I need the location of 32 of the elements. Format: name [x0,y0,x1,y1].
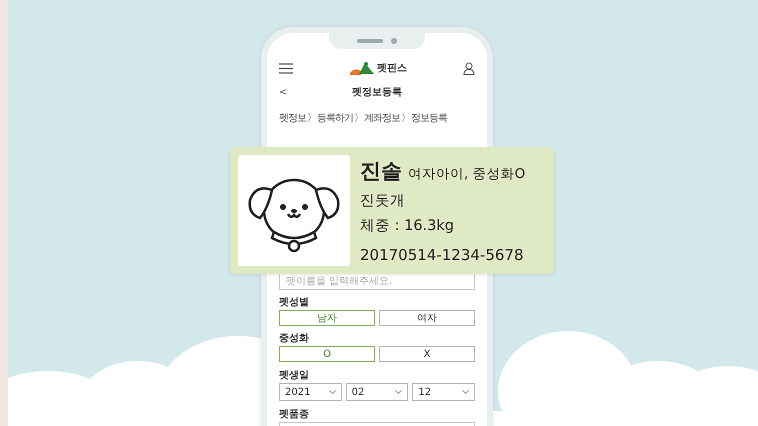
pet-details: 여자아이, 중성화O [408,165,526,183]
gender-option[interactable]: 남자 [279,310,375,326]
user-icon[interactable] [463,62,475,74]
registration-number: 20170514-1234-5678 [360,246,525,264]
breadcrumb-item[interactable]: 펫정보 [279,111,306,125]
pet-weight: 체중 : 16.3kg [360,217,455,235]
pet-name: 진솔 [360,158,402,185]
page-title: 펫정보등록 [352,86,402,99]
breadcrumb-separator: 〉 [307,112,316,125]
breadcrumb-separator: 〉 [401,112,410,125]
field-label: 중성화 [279,332,310,345]
field-label: 펫생일 [279,369,310,382]
date-select[interactable]: 12 [412,383,476,401]
chevron-down-icon [462,390,470,394]
chevron-down-icon [328,390,336,394]
date-select[interactable]: 2021 [279,383,342,401]
logo-text: 펫핀스 [377,62,407,75]
breadcrumb-item[interactable]: 등록하기 [317,111,353,125]
breadcrumb-separator: 〉 [354,112,363,125]
back-button[interactable]: < [279,86,288,98]
pet-breed: 진돗개 [360,192,406,210]
field-label: 펫품종 [279,408,310,421]
breadcrumb-item[interactable]: 정보등록 [411,111,447,125]
neutered-option[interactable]: X [379,346,475,362]
neutered-option[interactable]: O [279,346,375,362]
menu-icon[interactable] [279,62,293,74]
chevron-down-icon [395,390,402,394]
gender-option[interactable]: 여자 [379,310,475,326]
date-select[interactable]: 02 [346,383,408,401]
logo-icon [349,61,375,75]
field-label: 펫성별 [279,296,310,309]
breadcrumb-item[interactable]: 계좌정보 [364,111,400,125]
